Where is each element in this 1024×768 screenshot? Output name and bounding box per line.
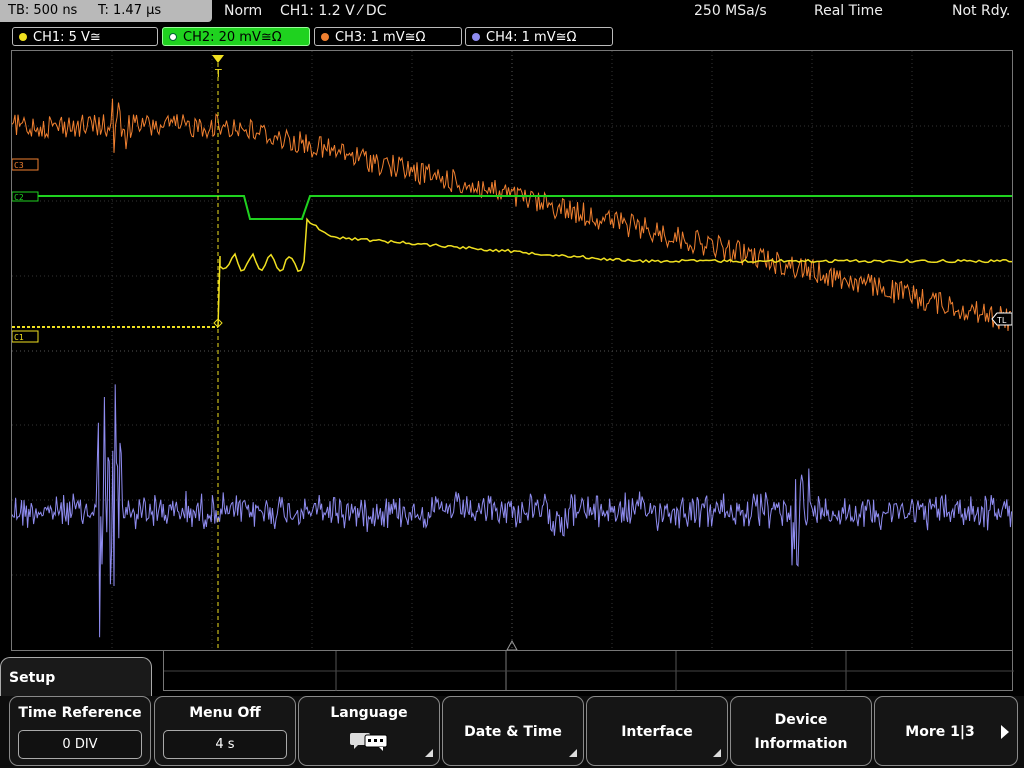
zoom-area [163,651,1014,691]
menu-title-tab: Setup [0,657,152,697]
channel-label: CH2: 20 mV≅Ω [183,30,282,45]
softkey-label: Device Information [731,697,871,767]
more-softkey[interactable]: More 1|3 [874,696,1018,766]
softkey-label-line2: Information [754,736,848,752]
ch2-dot-icon [169,33,177,41]
softkey-label: Interface [621,724,693,740]
channel-bar: CH1: 5 V≅ CH2: 20 mV≅Ω CH3: 1 mV≅Ω CH4: … [0,25,1024,49]
time-reference-softkey[interactable]: Time Reference 0 DIV [9,696,151,766]
softkey-label: Time Reference [18,705,142,721]
c3-marker[interactable]: C3 [12,158,39,171]
status-bar: TB: 500 ns T: 1.47 µs Norm CH1: 1.2 V ⁄ … [0,0,1024,24]
c2-marker-label: C2 [14,193,24,202]
device-information-softkey[interactable]: Device Information [730,696,872,766]
timebase-box[interactable]: TB: 500 ns T: 1.47 µs [0,0,212,22]
zoom-grid [164,651,1014,691]
trigger-label: T [214,67,222,80]
softkey-label-line1: Device [774,712,828,728]
ch4-dot-icon [472,33,480,41]
horizontal-position-icon[interactable] [506,639,518,650]
softkey-label: More 1|3 [905,724,975,740]
waveform-display[interactable]: T C3 C2 C1 TL [11,50,1013,651]
submenu-corner-icon [713,749,721,757]
softkey-label: Menu Off [189,705,261,721]
graticule [12,51,1012,650]
speech-bubbles-icon [350,733,388,751]
trigger-marker-icon[interactable] [212,55,224,63]
submenu-corner-icon [425,749,433,757]
c2-marker[interactable]: C2 [12,191,39,202]
ch1-dot-icon [19,33,27,41]
softkey-label: Date & Time [464,724,562,740]
date-time-softkey[interactable]: Date & Time [442,696,584,766]
waveform-svg: T C3 C2 C1 TL [12,51,1012,650]
menu-off-softkey[interactable]: Menu Off 4 s [154,696,296,766]
tl-marker[interactable]: TL [991,312,1012,326]
interface-softkey[interactable]: Interface [586,696,728,766]
softkey-bar: Time Reference 0 DIV Menu Off 4 s Langua… [0,696,1024,768]
channel-label: CH4: 1 mV≅Ω [486,30,577,45]
c1-marker[interactable]: C1 [12,330,39,343]
time-reference-value: 0 DIV [18,730,142,759]
language-softkey[interactable]: Language [298,696,440,766]
channel-tab-ch4[interactable]: CH4: 1 mV≅Ω [465,27,613,46]
ch3-dot-icon [321,33,329,41]
c3-marker-label: C3 [14,161,24,170]
channel-tab-ch3[interactable]: CH3: 1 mV≅Ω [314,27,462,46]
tl-marker-label: TL [997,316,1007,325]
sample-rate: 250 MSa/s [694,3,767,19]
timebase-value: TB: 500 ns [8,3,78,18]
submenu-corner-icon [569,749,577,757]
channel-tab-ch1[interactable]: CH1: 5 V≅ [12,27,158,46]
ch3-trace [12,98,1012,332]
ch1-trace-after [217,217,1012,328]
trigger-time-value: T: 1.47 µs [98,3,162,18]
channel-label: CH1: 5 V≅ [33,30,101,45]
channel-label: CH3: 1 mV≅Ω [335,30,426,45]
run-status: Not Rdy. [952,3,1011,19]
channel-tab-ch2[interactable]: CH2: 20 mV≅Ω [162,27,310,46]
trigger-mode[interactable]: Norm [224,0,262,22]
trigger-info[interactable]: CH1: 1.2 V ⁄ DC [280,0,386,22]
acquisition-mode: Real Time [814,3,883,19]
next-page-arrow-icon [1001,725,1009,739]
c1-marker-label: C1 [14,333,24,342]
softkey-label: Language [330,705,408,721]
menu-off-value: 4 s [163,730,287,759]
